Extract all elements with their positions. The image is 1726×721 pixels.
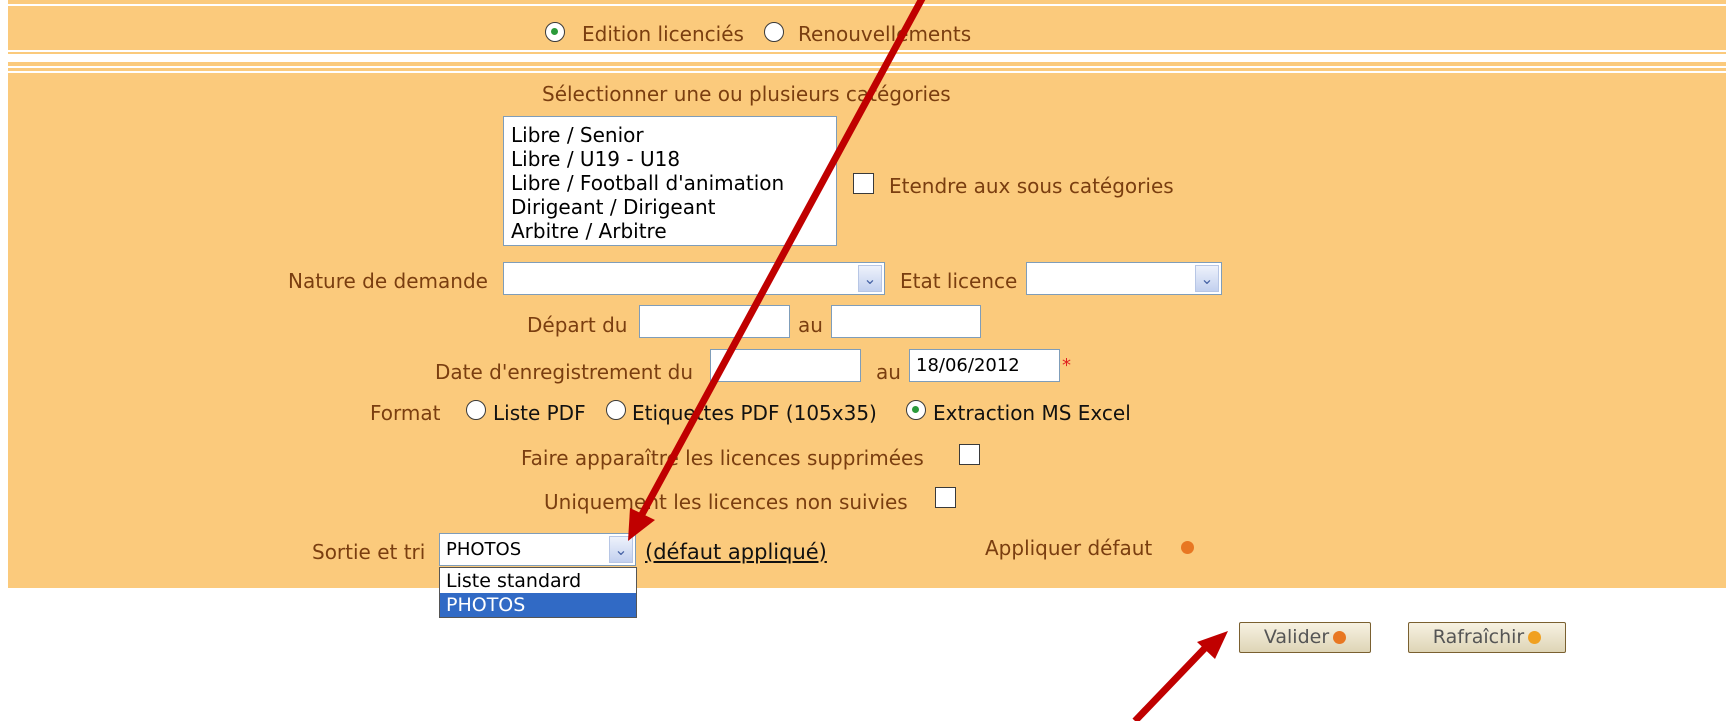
annotation-arrows [628,0,1228,721]
annotation-arrow-to-validate [1132,645,1208,721]
annotation-arrow-to-dropdown [636,0,926,520]
